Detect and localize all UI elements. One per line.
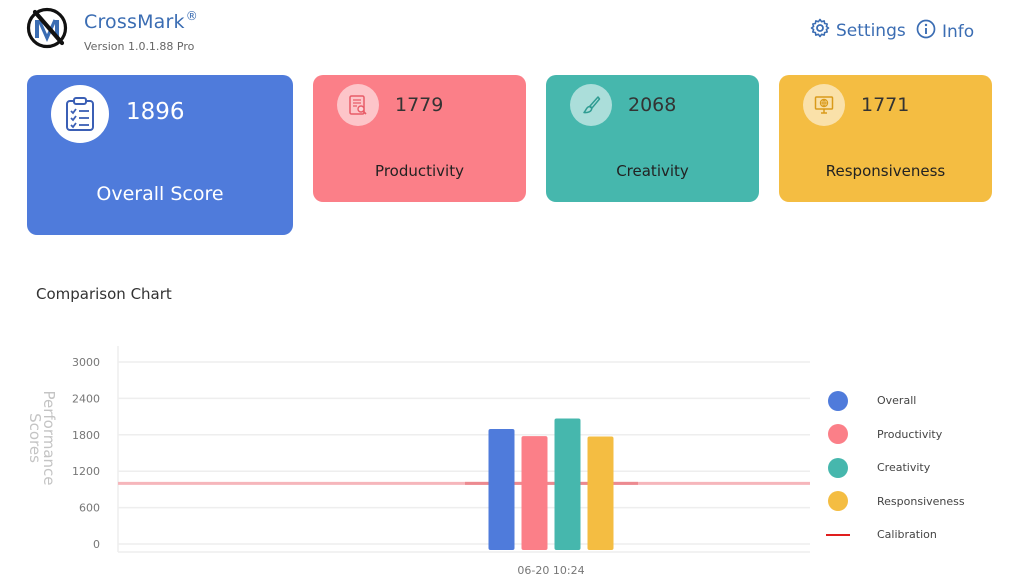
legend-item-creativity[interactable]: Creativity — [826, 451, 996, 485]
x-tick-label: 06-20 10:24 — [517, 564, 584, 577]
overall-score-card[interactable]: 1896 Overall Score — [27, 75, 293, 235]
bar-responsiveness — [587, 436, 614, 550]
y-tick-label: 0 — [93, 538, 100, 551]
creativity-label: Creativity — [616, 162, 689, 180]
info-label: Info — [942, 21, 975, 42]
chart-legend: Overall Productivity Creativity Responsiven… — [826, 384, 996, 552]
legend-swatch — [828, 457, 848, 478]
gear-icon — [810, 18, 830, 43]
y-tick-label: 2400 — [72, 392, 100, 405]
info-button[interactable]: Info — [916, 19, 974, 44]
responsiveness-score-value: 1771 — [861, 94, 910, 116]
y-tick-label: 600 — [79, 502, 100, 515]
registered-mark: ® — [185, 9, 198, 23]
productivity-card[interactable]: 1779 Productivity — [313, 75, 526, 202]
clipboard-checklist-icon — [51, 85, 109, 143]
crossmark-logo-icon — [26, 7, 68, 49]
app-name: CrossMark — [84, 11, 185, 33]
productivity-score-value: 1779 — [395, 94, 444, 116]
legend-item-responsiveness[interactable]: Responsiveness — [826, 485, 996, 519]
legend-label: Creativity — [877, 461, 931, 475]
overall-score-value: 1896 — [126, 99, 185, 125]
app-title: CrossMark® — [84, 9, 198, 33]
creativity-score-value: 2068 — [628, 94, 677, 116]
overall-score-label: Overall Score — [96, 183, 224, 205]
document-search-icon — [337, 84, 379, 126]
legend-swatch — [828, 491, 848, 512]
y-axis-label: PerformanceScores — [26, 390, 58, 485]
y-tick-label: 1200 — [72, 465, 100, 478]
creativity-card[interactable]: 2068 Creativity — [546, 75, 759, 202]
info-icon — [916, 19, 936, 44]
comparison-bar-chart: 0 600 1200 1800 2400 3000 PerformanceScores 06-… — [26, 346, 810, 577]
legend-swatch — [828, 424, 848, 445]
comparison-chart-title: Comparison Chart — [36, 285, 172, 303]
paintbrush-icon — [570, 84, 612, 126]
monitor-globe-icon — [803, 84, 845, 126]
responsiveness-label: Responsiveness — [825, 162, 946, 180]
responsiveness-card[interactable]: 1771 Responsiveness — [779, 75, 992, 202]
y-tick-label: 3000 — [72, 356, 100, 369]
bar-overall — [488, 428, 515, 550]
legend-swatch — [826, 533, 850, 536]
y-tick-label: 1800 — [72, 429, 100, 442]
legend-label: Responsiveness — [877, 494, 965, 508]
productivity-label: Productivity — [375, 162, 464, 180]
legend-label: Overall — [877, 394, 917, 408]
legend-item-calibration[interactable]: Calibration — [826, 518, 996, 552]
app-version: Version 1.0.1.88 Pro — [84, 40, 195, 53]
settings-button[interactable]: Settings — [810, 18, 906, 43]
bar-creativity — [554, 418, 581, 550]
legend-label: Calibration — [877, 528, 937, 542]
bar-productivity — [521, 436, 548, 550]
settings-label: Settings — [836, 20, 906, 41]
legend-item-overall[interactable]: Overall — [826, 384, 996, 418]
legend-swatch — [828, 390, 848, 411]
legend-label: Productivity — [877, 427, 943, 441]
legend-item-productivity[interactable]: Productivity — [826, 418, 996, 452]
